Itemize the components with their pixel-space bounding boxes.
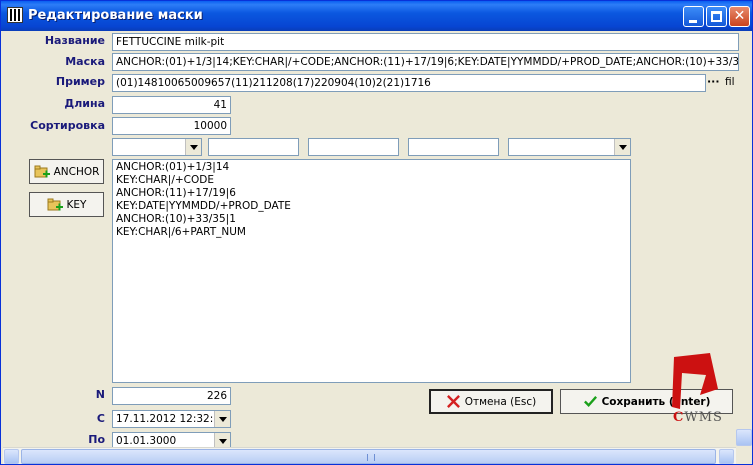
sort-label: Сортировка — [30, 119, 105, 132]
key-button-label: KEY — [66, 198, 87, 211]
mask-lines-textarea[interactable]: ANCHOR:(01)+1/3|14 KEY:CHAR|/+CODE ANCHO… — [112, 159, 631, 383]
n-input[interactable]: 226 — [112, 387, 231, 405]
cancel-icon — [446, 395, 460, 408]
cwms-logo-text: CWMS — [673, 410, 723, 425]
key-type-combo-dropdown-icon[interactable] — [614, 139, 630, 155]
app-icon — [7, 7, 23, 23]
window-title: Редактирование маски — [28, 8, 203, 23]
horizontal-scrollbar[interactable] — [3, 447, 736, 464]
cancel-button-label: Отмена (Esc) — [464, 395, 537, 408]
scroll-left-arrow-icon[interactable] — [4, 449, 19, 464]
length-label: Длина — [64, 97, 105, 110]
segment-input-1[interactable] — [208, 138, 299, 156]
mask-line: KEY:DATE|YYMMDD/+PROD_DATE — [116, 200, 291, 212]
mask-input[interactable]: ANCHOR:(01)+1/3|14;KEY:CHAR|/+CODE;ANCHO… — [112, 53, 739, 71]
segment-input-2[interactable] — [308, 138, 399, 156]
anchor-button-label: ANCHOR — [53, 165, 100, 178]
mask-line: KEY:CHAR|/6+PART_NUM — [116, 226, 246, 238]
scrollbar-thumb[interactable] — [21, 449, 716, 464]
minimize-button[interactable] — [683, 6, 704, 27]
example-suffix-text: fil — [725, 76, 735, 88]
from-date-label: С — [96, 412, 105, 425]
title-bar[interactable]: Редактирование маски ✕ — [1, 1, 752, 31]
example-input[interactable]: (01)14810065009657(11)211208(17)220904(1… — [112, 74, 706, 92]
checkmark-icon — [583, 396, 597, 407]
mask-line: ANCHOR:(10)+33/35|1 — [116, 213, 236, 225]
anchor-combo-dropdown-icon[interactable] — [185, 139, 201, 155]
n-label: N — [95, 388, 105, 401]
segment-input-3[interactable] — [408, 138, 499, 156]
key-type-combo[interactable] — [508, 138, 631, 156]
mask-line: ANCHOR:(01)+1/3|14 — [116, 161, 230, 173]
close-icon: ✕ — [733, 8, 746, 24]
name-input[interactable]: FETTUCCINE milk-pit — [112, 33, 739, 51]
from-date-dropdown-icon[interactable] — [214, 411, 230, 427]
maximize-icon — [711, 11, 722, 22]
cancel-button[interactable]: Отмена (Esc) — [429, 389, 553, 414]
minimize-icon — [689, 20, 697, 23]
maximize-button[interactable] — [706, 6, 727, 27]
name-label: Название — [44, 34, 105, 47]
mask-line: KEY:CHAR|/+CODE — [116, 174, 214, 186]
to-date-label: По — [88, 433, 105, 446]
anchor-button[interactable]: ANCHOR — [29, 159, 104, 184]
close-button[interactable]: ✕ — [729, 6, 750, 27]
add-folder-icon — [34, 165, 50, 177]
length-input[interactable]: 41 — [112, 96, 231, 114]
example-label: Пример — [55, 75, 105, 88]
add-folder-icon — [47, 198, 63, 210]
scroll-down-arrow-icon[interactable] — [736, 429, 752, 446]
scrollbar-grip-icon — [367, 454, 375, 461]
mask-editor-window: Редактирование маски ✕ Название Маска Пр… — [0, 0, 753, 465]
mask-line: ANCHOR:(11)+17/19|6 — [116, 187, 236, 199]
sort-input[interactable]: 10000 — [112, 117, 231, 135]
mask-label: Маска — [65, 55, 105, 68]
scroll-right-arrow-icon[interactable] — [719, 449, 734, 464]
example-browse-button[interactable]: ··· — [707, 75, 720, 88]
key-button[interactable]: KEY — [29, 192, 104, 217]
